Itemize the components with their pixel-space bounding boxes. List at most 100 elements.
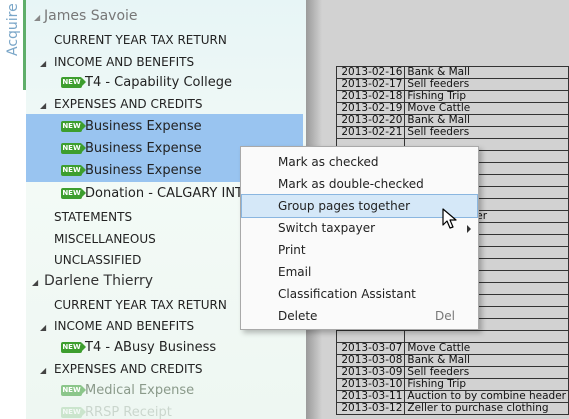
new-badge-icon: NEW — [61, 188, 86, 199]
new-badge-icon: NEW — [61, 165, 86, 176]
ledger-date-cell: 2013-03-10 — [335, 378, 406, 391]
ledger-desc-cell: Bank & Mall — [404, 66, 569, 79]
ledger-date-cell: 2013-03-12 — [335, 402, 406, 415]
section-label: CURRENT YEAR TAX RETURN — [54, 33, 227, 47]
ledger-date-cell: 2013-03-07 — [335, 342, 406, 355]
new-badge-icon: NEW — [61, 342, 86, 353]
ledger-row: 2013-03-07 Move Cattle — [335, 342, 569, 355]
new-badge-icon: NEW — [61, 143, 86, 154]
doc-item-business-expense-1[interactable]: NEW Business Expense — [26, 116, 306, 138]
ledger-desc-cell: Sell feeders — [404, 126, 569, 139]
section-label: MISCELLANEOUS — [54, 232, 156, 246]
ledger-desc-cell: Bank & Mall — [404, 354, 569, 367]
ledger-date-cell: 2013-02-17 — [335, 78, 406, 91]
ledger-row: 2013-02-21 Sell feeders — [335, 126, 569, 139]
expand-triangle-icon[interactable]: ◢ — [40, 366, 46, 375]
ledger-date-cell: 2013-02-20 — [335, 114, 406, 127]
new-badge-icon: NEW — [61, 121, 86, 132]
shortcut-hint: Del — [435, 309, 455, 323]
acquire-side-tab[interactable]: Acquire — [0, 0, 27, 419]
menu-item-mark-double-checked[interactable]: Mark as double-checked — [242, 173, 477, 195]
doc-label: Medical Expense — [85, 383, 195, 398]
ledger-row: 2013-02-16 Bank & Mall — [335, 66, 569, 79]
menu-item-label: Switch taxpayer — [278, 221, 376, 235]
ledger-desc-cell: Fishing Trip — [404, 378, 569, 391]
ledger-desc-cell — [404, 330, 569, 343]
doc-label: T4 - ABusy Business — [85, 340, 217, 355]
acquire-tab-label: Acquire — [5, 3, 21, 56]
menu-item-mark-checked[interactable]: Mark as checked — [242, 151, 477, 173]
section-label: CURRENT YEAR TAX RETURN — [54, 298, 227, 312]
ledger-row: 2013-03-12 Zeller to purchase clothing — [335, 402, 569, 415]
ledger-date-cell: 2013-02-16 — [335, 66, 406, 79]
taxpayer-name: James Savoie — [44, 8, 138, 24]
menu-item-label: Classification Assistant — [278, 287, 416, 301]
ledger-date-cell: 2013-02-21 — [335, 126, 406, 139]
menu-item-label: Mark as checked — [278, 155, 379, 169]
ledger-date-cell: 2013-02-19 — [335, 102, 406, 115]
section-label: UNCLASSIFIED — [54, 253, 142, 267]
section-current-year[interactable]: CURRENT YEAR TAX RETURN — [26, 29, 306, 51]
ledger-desc-cell: Zeller to purchase clothing — [404, 402, 569, 415]
menu-item-delete[interactable]: Delete Del — [242, 305, 477, 327]
menu-item-label: Group pages together — [278, 199, 411, 213]
ledger-desc-cell: Sell feeders — [404, 78, 569, 91]
ledger-desc-cell: Bank & Mall — [404, 114, 569, 127]
ledger-date-cell — [335, 330, 406, 343]
taxpayer-node-james[interactable]: ◢ James Savoie — [26, 6, 306, 28]
section-label: EXPENSES AND CREDITS — [54, 362, 203, 376]
section-label: STATEMENTS — [54, 210, 133, 224]
ledger-row: 2013-03-09 Sell feeders — [335, 366, 569, 379]
expand-triangle-icon[interactable]: ◢ — [40, 59, 46, 68]
ledger-desc-cell: Move Cattle — [404, 102, 569, 115]
expand-triangle-icon[interactable]: ◢ — [40, 323, 46, 332]
doc-label: Business Expense — [85, 163, 202, 178]
section-expenses[interactable]: ◢ EXPENSES AND CREDITS — [26, 358, 306, 380]
ledger-desc-cell: Sell feeders — [404, 366, 569, 379]
menu-item-email[interactable]: Email — [242, 261, 477, 283]
doc-item-medical-expense[interactable]: NEW Medical Expense — [26, 380, 306, 402]
context-menu: Mark as checked Mark as double-checked G… — [240, 146, 479, 330]
menu-item-label: Print — [278, 243, 306, 257]
ledger-row: 2013-03-08 Bank & Mall — [335, 354, 569, 367]
ledger-row: 2013-02-18 Fishing Trip — [335, 90, 569, 103]
menu-item-print[interactable]: Print — [242, 239, 477, 261]
expand-triangle-icon[interactable]: ◢ — [34, 13, 40, 22]
section-label: INCOME AND BENEFITS — [54, 319, 195, 333]
new-badge-icon: NEW — [61, 407, 86, 418]
ledger-row: 2013-02-17 Sell feeders — [335, 78, 569, 91]
menu-item-label: Mark as double-checked — [278, 177, 424, 191]
submenu-arrow-icon — [467, 225, 471, 233]
doc-item-rrsp-receipt[interactable]: NEW RRSP Receipt — [26, 402, 306, 419]
ledger-row — [335, 330, 569, 343]
ledger-row: 2013-02-20 Bank & Mall — [335, 114, 569, 127]
taxpayer-name: Darlene Thierry — [44, 273, 154, 289]
ledger-date-cell: 2013-03-08 — [335, 354, 406, 367]
section-expenses[interactable]: ◢ EXPENSES AND CREDITS — [26, 93, 306, 115]
new-badge-icon: NEW — [61, 385, 86, 396]
menu-item-label: Delete — [278, 309, 318, 323]
ledger-date-cell: 2013-03-09 — [335, 366, 406, 379]
ledger-desc-cell: Fishing Trip — [404, 90, 569, 103]
ledger-date-cell: 2013-03-11 — [335, 390, 406, 403]
ledger-desc-cell: Auction to by combine header — [404, 390, 569, 403]
ledger-row: 2013-02-19 Move Cattle — [335, 102, 569, 115]
ledger-desc-cell: Move Cattle — [404, 342, 569, 355]
menu-item-label: Email — [278, 265, 312, 279]
ledger-date-cell: 2013-02-18 — [335, 90, 406, 103]
expand-triangle-icon[interactable]: ◢ — [32, 278, 38, 287]
doc-label: Donation - CALGARY INT — [85, 186, 243, 201]
section-label: INCOME AND BENEFITS — [54, 55, 195, 69]
ledger-row: 2013-03-11 Auction to by combine header — [335, 390, 569, 403]
section-income[interactable]: ◢ INCOME AND BENEFITS — [26, 51, 306, 73]
menu-item-classification-assistant[interactable]: Classification Assistant — [242, 283, 477, 305]
doc-label: RRSP Receipt — [85, 405, 172, 419]
section-label: EXPENSES AND CREDITS — [54, 97, 203, 111]
doc-label: Business Expense — [85, 119, 202, 134]
doc-item-t4-capability[interactable]: NEW T4 - Capability College — [26, 72, 306, 94]
new-badge-icon: NEW — [61, 77, 86, 88]
expand-triangle-icon[interactable]: ◢ — [40, 101, 46, 110]
doc-item-t4-abusy[interactable]: NEW T4 - ABusy Business — [26, 337, 306, 359]
ledger-row: 2013-03-10 Fishing Trip — [335, 378, 569, 391]
doc-label: Business Expense — [85, 141, 202, 156]
